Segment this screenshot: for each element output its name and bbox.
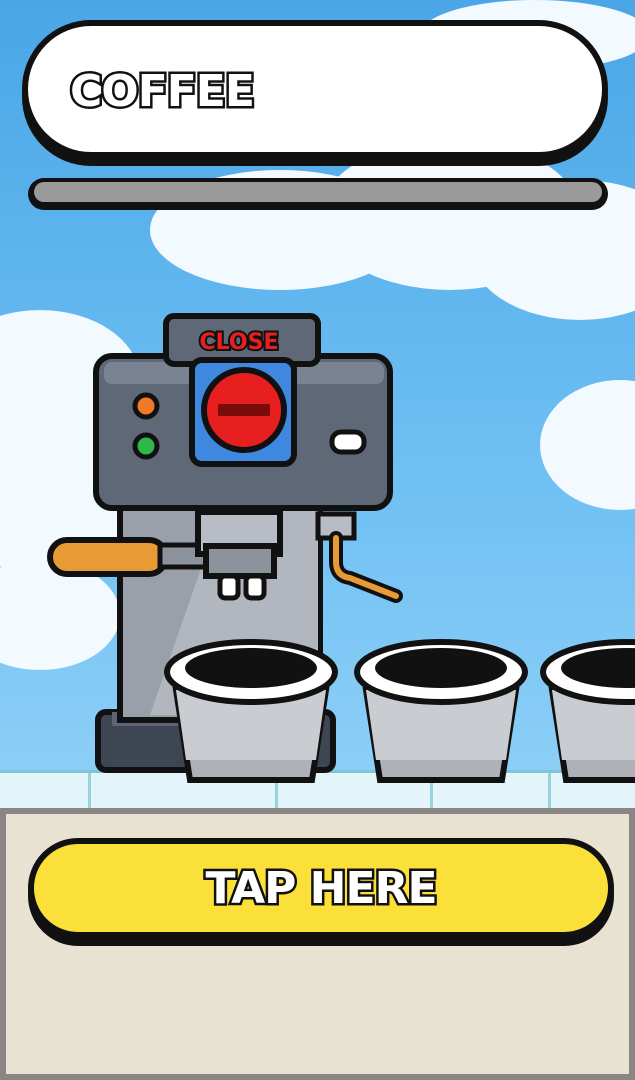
close-label: CLOSE <box>200 330 279 355</box>
indicator-light-green <box>132 432 160 460</box>
machine-slot <box>329 429 367 455</box>
portafilter-handle <box>47 537 169 577</box>
close-button[interactable] <box>201 367 287 453</box>
tap-here-label: TAP HERE <box>203 860 440 916</box>
tap-here-button[interactable]: TAP HERE <box>28 838 614 938</box>
page-title: COFFEE <box>68 64 258 120</box>
progress-bar <box>28 178 608 210</box>
cup <box>164 639 338 783</box>
title-bar: COFFEE <box>22 20 608 158</box>
cup <box>354 639 528 783</box>
progress-track <box>34 182 602 202</box>
minus-icon <box>218 404 270 416</box>
indicator-light-orange <box>132 392 160 420</box>
cup <box>540 639 635 783</box>
